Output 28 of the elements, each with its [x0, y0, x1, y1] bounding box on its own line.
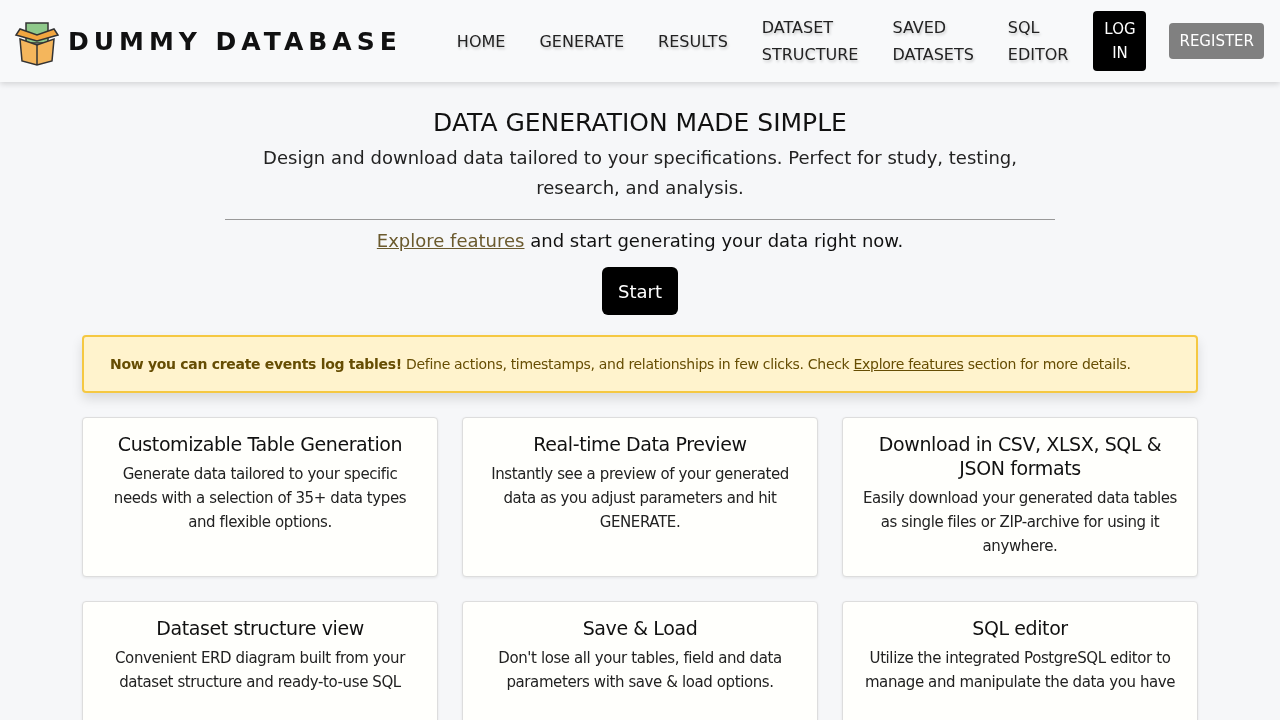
logo-text: DUMMY DATABASE	[68, 26, 402, 56]
card-text: Generate data tailored to your specific needs with a selection of 35+ data types and flexible options.	[112, 464, 408, 533]
start-button[interactable]: Start	[602, 267, 678, 315]
explore-link[interactable]: Explore features	[376, 230, 525, 251]
login-button[interactable]: LOG IN	[1093, 11, 1147, 71]
card-title: Save & Load	[581, 616, 699, 640]
hero-title: DATA GENERATION MADE SIMPLE	[433, 108, 847, 137]
card-text: Instantly see a preview of your generated data as you adjust parameters and hit GENERATE.	[490, 464, 790, 533]
nav-link[interactable]: SAVED DATASETS	[892, 14, 974, 68]
nav-link[interactable]: DATASET STRUCTURE	[761, 14, 859, 68]
notice-text: Now you can create events log tables! Define actions, timestamps, and relationships in few clicks. Check Explore features section for more details.	[110, 355, 1131, 374]
nav-link[interactable]: HOME	[456, 27, 506, 55]
card-title: Real-time Data Preview	[532, 432, 748, 456]
card-title: Dataset structure view	[155, 616, 365, 640]
register-button[interactable]: REGISTER	[1169, 23, 1264, 59]
card-title: Download in CSV, XLSX, SQL & JSON formats	[877, 432, 1163, 480]
nav-link[interactable]: RESULTS	[658, 27, 728, 55]
card-text: Easily download your generated data tables as single files or ZIP-archive for using it anywhere.	[861, 488, 1179, 557]
card-title: Customizable Table Generation	[116, 432, 404, 456]
nav-link[interactable]: GENERATE	[539, 27, 625, 55]
card-title: SQL editor	[971, 616, 1069, 640]
card-text: Utilize the integrated PostgreSQL editor to manage and manipulate the data you have	[863, 648, 1177, 693]
card-text: Convenient ERD diagram built from your dataset structure and ready-to-use SQL	[114, 648, 407, 693]
nav-link[interactable]: SQL EDITOR	[1007, 14, 1069, 68]
hero-subtitle: Design and download data tailored to your specifications. Perfect for study, testing, research, and analysis.	[262, 146, 1018, 200]
explore-link[interactable]: Explore features	[853, 356, 964, 372]
cta-sentence: Explore features and start generating your data right now.	[376, 230, 904, 251]
card-text: Don't lose all your tables, field and data parameters with save & load options.	[497, 648, 783, 693]
